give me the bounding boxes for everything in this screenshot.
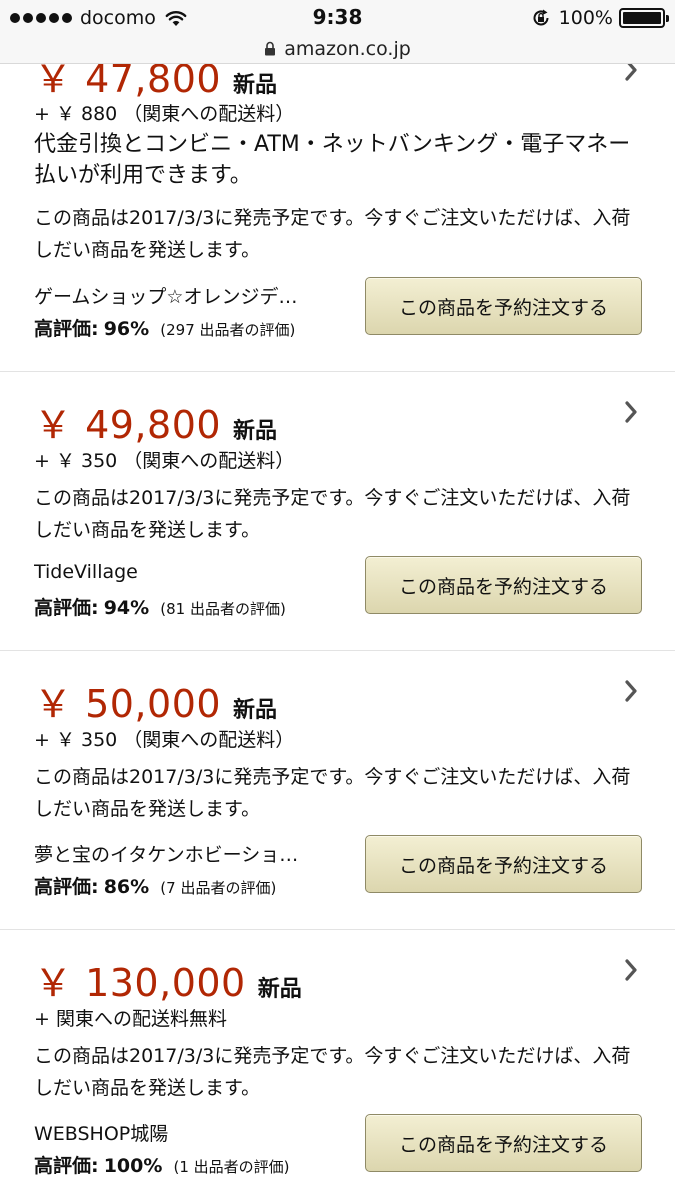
preorder-button[interactable]: この商品を予約注文する <box>365 277 642 335</box>
offer-condition: 新品 <box>233 73 278 98</box>
address-bar[interactable]: amazon.co.jp <box>0 34 675 64</box>
chevron-right-icon[interactable] <box>624 400 638 424</box>
url-text: amazon.co.jp <box>284 37 411 60</box>
rating-count: (81 出品者の評価) <box>160 600 286 618</box>
rating-percent: 100% <box>103 1155 163 1177</box>
offer-release-note: この商品は2017/3/3に発売予定です。今すぐご注文いただけば、入荷しだい商品… <box>34 487 631 541</box>
chevron-right-icon[interactable] <box>624 679 638 703</box>
battery-percent: 100% <box>558 7 613 29</box>
offer-condition: 新品 <box>233 698 278 723</box>
offer-price: ￥ 50,000 <box>34 682 222 726</box>
offer-payment-options: 代金引換とコンビニ・ATM・ネットバンキング・電子マネー払いが利用できます。 <box>34 132 631 188</box>
offer-release-note: この商品は2017/3/3に発売予定です。今すぐご注文いただけば、入荷しだい商品… <box>34 1045 631 1099</box>
offer-price-row: ￥ 50,000 新品 <box>34 673 277 728</box>
offer-seller-rating: 高評価: 100% (1 出品者の評価) <box>34 1151 290 1178</box>
chevron-right-icon[interactable] <box>624 958 638 982</box>
offer-shipping: + ￥ 880 （関東への配送料） <box>34 103 295 125</box>
rating-percent: 94% <box>103 597 150 619</box>
divider <box>0 371 675 372</box>
rating-label: 高評価: <box>34 597 99 619</box>
preorder-button[interactable]: この商品を予約注文する <box>365 1114 642 1172</box>
offer-shipping: + 関東への配送料無料 <box>34 1008 227 1030</box>
rating-label: 高評価: <box>34 1155 99 1177</box>
rating-count: (7 出品者の評価) <box>160 879 277 897</box>
rating-percent: 96% <box>103 318 150 340</box>
offer-seller[interactable]: 夢と宝のイタケンホビーショ… <box>34 840 334 867</box>
offer-condition: 新品 <box>233 419 278 444</box>
offer-shipping: + ￥ 350 （関東への配送料） <box>34 729 295 751</box>
offer-release-note: この商品は2017/3/3に発売予定です。今すぐご注文いただけば、入荷しだい商品… <box>34 766 631 820</box>
offer-condition: 新品 <box>257 977 302 1002</box>
status-right: 100% <box>531 6 669 30</box>
offer-seller-rating: 高評価: 94% (81 出品者の評価) <box>34 593 286 620</box>
rating-label: 高評価: <box>34 876 99 898</box>
divider <box>0 929 675 930</box>
lock-icon <box>265 41 276 56</box>
offer-seller-rating: 高評価: 96% (297 出品者の評価) <box>34 314 295 341</box>
preorder-button[interactable]: この商品を予約注文する <box>365 835 642 893</box>
rotation-lock-icon <box>533 9 549 26</box>
offer-price: ￥ 49,800 <box>34 403 222 447</box>
status-bar: docomo 9:38 100% <box>0 0 675 34</box>
preorder-button[interactable]: この商品を予約注文する <box>365 556 642 614</box>
offer-seller-rating: 高評価: 86% (7 出品者の評価) <box>34 872 276 899</box>
offer-seller[interactable]: TideVillage <box>34 561 334 583</box>
rating-label: 高評価: <box>34 318 99 340</box>
offer-shipping: + ￥ 350 （関東への配送料） <box>34 450 295 472</box>
offer-release-note: この商品は2017/3/3に発売予定です。今すぐご注文いただけば、入荷しだい商品… <box>34 207 631 261</box>
offer-seller[interactable]: ゲームショップ☆オレンジデ… <box>34 282 334 309</box>
rating-count: (297 出品者の評価) <box>160 321 296 339</box>
offer-seller[interactable]: WEBSHOP城陽 <box>34 1119 334 1146</box>
battery-icon <box>619 8 669 28</box>
rating-count: (1 出品者の評価) <box>173 1158 290 1176</box>
offer-price-row: ￥ 130,000 新品 <box>34 952 302 1007</box>
rating-percent: 86% <box>103 876 150 898</box>
divider <box>0 650 675 651</box>
offer-price: ￥ 130,000 <box>34 961 246 1005</box>
offer-price-row: ￥ 49,800 新品 <box>34 394 277 449</box>
